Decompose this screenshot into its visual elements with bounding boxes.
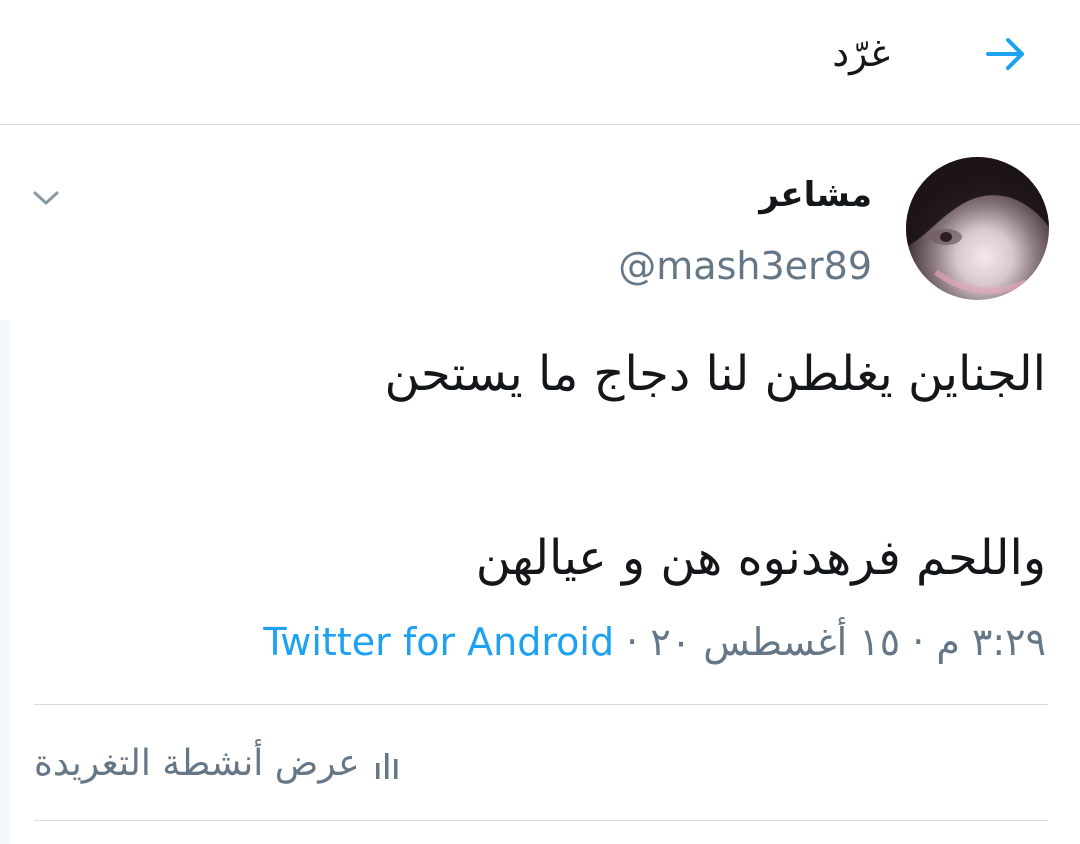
tweet-menu-button[interactable] xyxy=(30,182,62,214)
meta-separator: · xyxy=(626,620,639,664)
tweet-meta: ٣:٢٩ م · ١٥ أغسطس ٢٠ · Twitter for Andro… xyxy=(263,616,1046,668)
activity-label: عرض أنشطة التغريدة xyxy=(34,743,360,784)
back-button[interactable] xyxy=(978,26,1034,82)
tweet-timestamp: ٣:٢٩ م · ١٥ أغسطس ٢٠ xyxy=(650,620,1046,664)
tweet-text-line: الجناين يغلطن لنا دجاج ما يستحن xyxy=(384,346,1046,402)
view-tweet-activity-button[interactable]: عرض أنشطة التغريدة xyxy=(34,738,400,790)
bar-chart-icon xyxy=(374,749,400,779)
user-handle[interactable]: @mash3er89 xyxy=(618,240,872,292)
tweet-text-line: واللحم فرهدنوه هن و عيالهن xyxy=(475,530,1046,586)
arrow-right-icon xyxy=(986,38,1024,70)
divider xyxy=(34,820,1048,821)
top-bar: غرّد xyxy=(0,0,1080,125)
thread-margin xyxy=(0,320,10,844)
display-name[interactable]: مشاعر xyxy=(759,172,872,218)
avatar[interactable] xyxy=(906,157,1049,300)
tweet-text: الجناين يغلطن لنا دجاج ما يستحن واللحم ف… xyxy=(46,338,1046,594)
tweet-source-link[interactable]: Twitter for Android xyxy=(263,620,614,664)
divider xyxy=(34,704,1048,705)
chevron-down-icon xyxy=(33,191,59,205)
page-title: غرّد xyxy=(832,31,890,75)
avatar-image xyxy=(906,157,1049,294)
